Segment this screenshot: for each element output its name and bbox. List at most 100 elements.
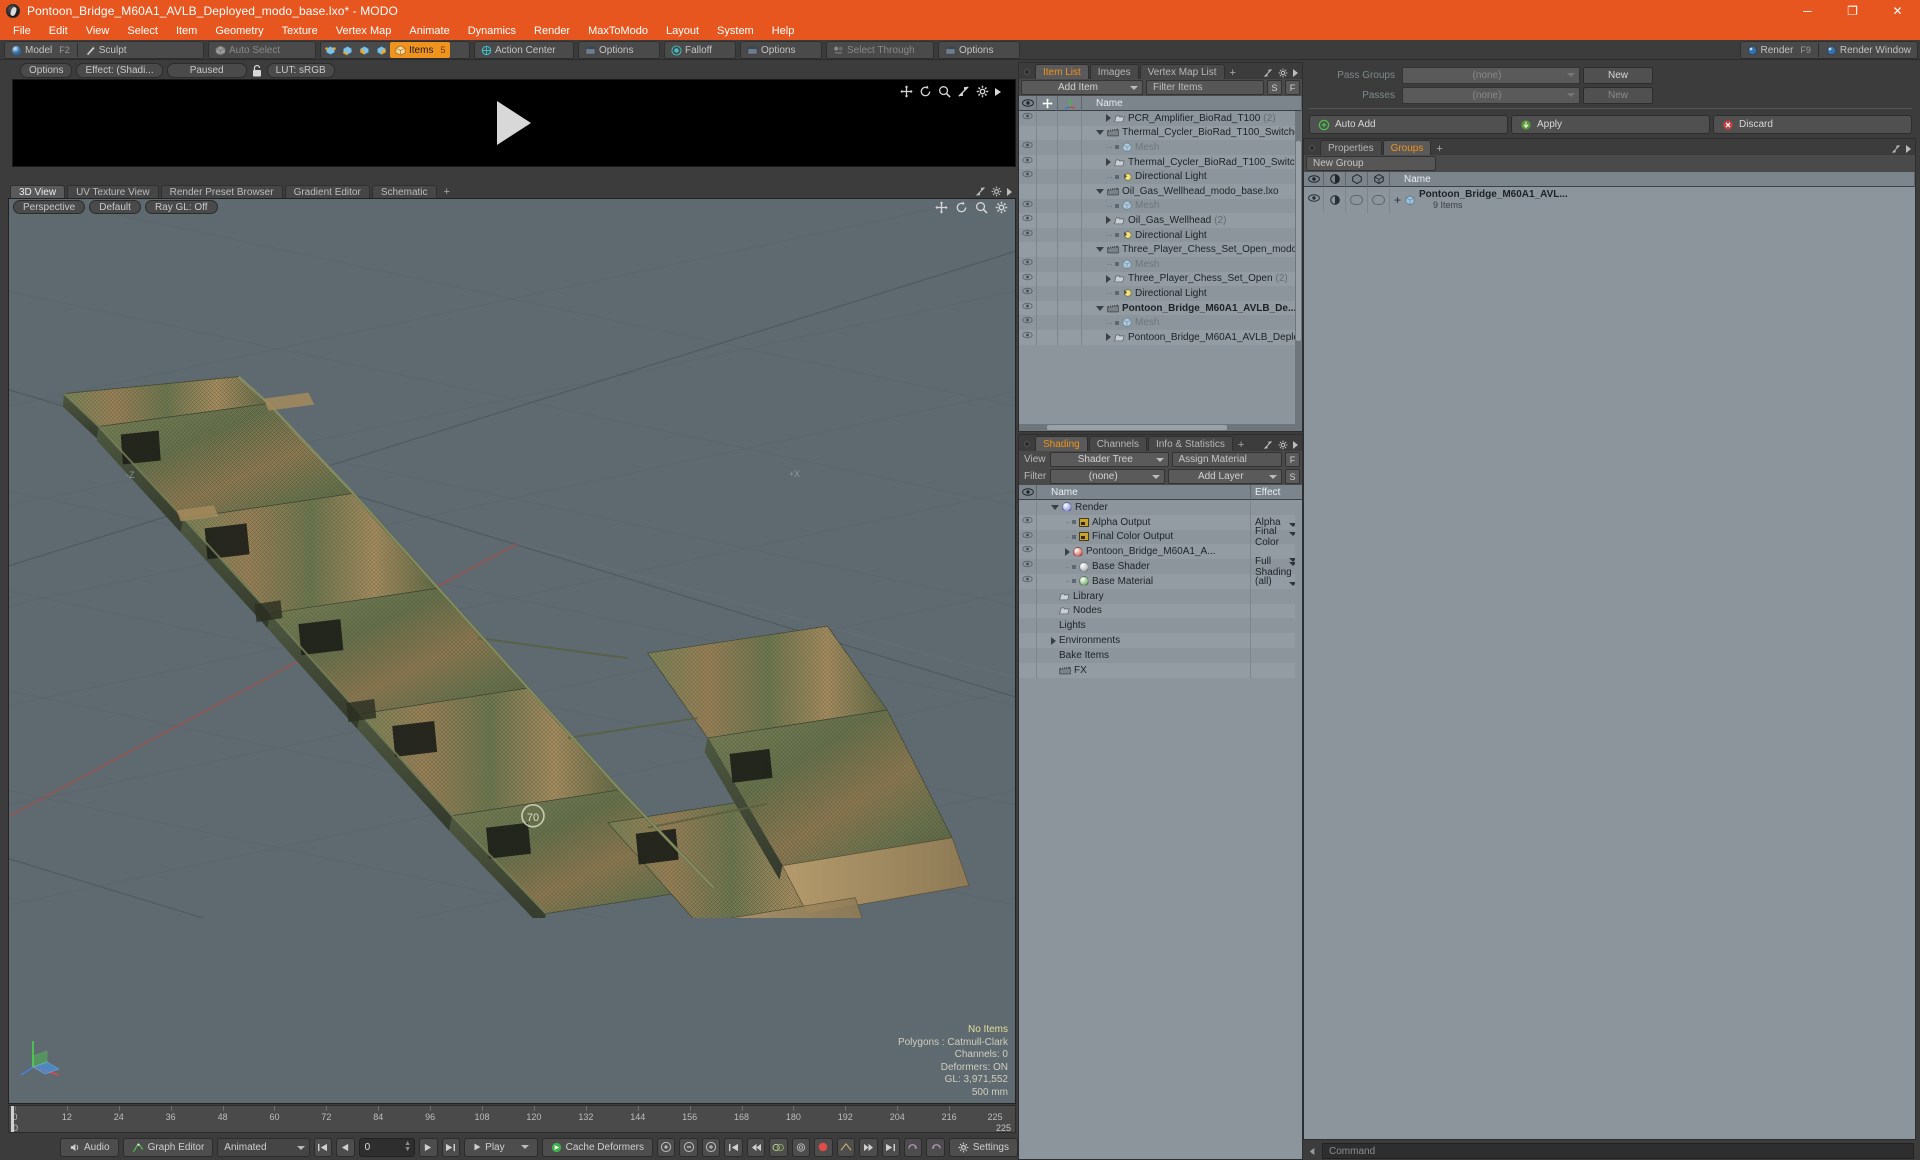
row-visibility-toggle[interactable] [1019,183,1037,199]
shader-tree-select[interactable]: Shader Tree [1050,452,1169,467]
row-lock-cell[interactable] [1037,256,1058,272]
expand-arrow-icon[interactable] [1106,333,1111,342]
row-lock-cell[interactable] [1037,111,1058,126]
expand-arrow-icon[interactable] [1106,114,1111,123]
row-solid-checkbox[interactable] [1368,187,1390,213]
menu-edit[interactable]: Edit [40,22,77,40]
list-item[interactable]: PCR_Amplifier_BioRad_T100 (2) [1019,111,1302,126]
action-center-button[interactable]: Action Center [476,42,561,58]
list-item[interactable]: Three_Player_Chess_Set_Open (2) [1019,271,1302,287]
falloff-group[interactable]: Falloff [664,41,736,59]
tab-3d-view[interactable]: 3D View [10,185,66,198]
go-to-start-button[interactable] [313,1137,333,1157]
menu-help[interactable]: Help [763,22,804,40]
vertex-mode-button[interactable] [322,42,339,58]
col-wire-icon[interactable] [1346,171,1368,187]
panel-menu-icon[interactable] [1024,441,1030,447]
nav-next-key-button[interactable] [881,1137,900,1157]
list-item[interactable]: Thermal_Cycler_BioRad_T100_Switch ... [1019,154,1302,170]
row-transform-cell[interactable] [1058,140,1082,155]
item-row-content[interactable]: ··· Mesh [1082,317,1302,328]
falloff-options-button[interactable]: Options [742,42,800,58]
shading-filter-select[interactable]: (none) [1050,469,1165,484]
row-transform-cell[interactable] [1058,169,1082,184]
item-row-content[interactable]: PCR_Amplifier_BioRad_T100 (2) [1082,113,1302,124]
gear-icon[interactable] [1278,68,1288,78]
eye-icon[interactable] [1022,287,1033,295]
gear-icon[interactable] [995,201,1008,214]
shading-row-name[interactable]: Lights [1037,618,1251,634]
list-item[interactable]: ··· Mesh [1019,198,1302,214]
edge-mode-button[interactable] [339,42,356,58]
gear-icon[interactable] [976,85,989,98]
snap-button[interactable] [836,1137,856,1157]
groups-vscrollbar[interactable] [1908,187,1915,1139]
shading-row-name[interactable]: ·· Base Material [1037,573,1251,589]
item-row-content[interactable]: ··· Mesh [1082,200,1302,211]
menu-bar[interactable]: File Edit View Select Item Geometry Texture Ver… [0,22,1920,40]
render-status-button[interactable]: Paused [166,63,247,78]
tab-groups[interactable]: Groups [1382,140,1432,155]
shading-s-button[interactable]: S [1285,469,1300,484]
row-visibility-toggle[interactable] [1019,618,1037,634]
row-visibility-toggle[interactable] [1019,154,1037,170]
tab-render-preset-browser[interactable]: Render Preset Browser [160,185,283,198]
eye-icon[interactable] [1022,112,1033,120]
shading-row-name[interactable]: Library [1037,588,1251,604]
minimize-button[interactable]: ─ [1785,0,1830,22]
go-to-end-button[interactable] [441,1137,460,1157]
animation-bottom-bar[interactable]: Audio Graph Editor Animated 0 ▲ ▼ Play C… [0,1134,1018,1160]
row-transform-cell[interactable] [1058,154,1082,170]
shading-tree-row[interactable]: Render [1019,500,1302,515]
groups-tab-bar[interactable]: Properties Groups + [1304,139,1915,155]
row-wire-checkbox[interactable] [1346,187,1368,213]
viewport-projection-button[interactable]: Perspective [13,200,86,214]
row-visibility-toggle[interactable] [1019,169,1037,184]
row-transform-cell[interactable] [1058,227,1082,243]
left-arrow-icon[interactable] [1307,1146,1318,1157]
shading-row-name[interactable]: Bake Items [1037,647,1251,663]
row-visibility-toggle[interactable] [1019,588,1037,604]
command-input[interactable]: Command [1322,1143,1914,1159]
list-item[interactable]: ··· Directional Light [1019,286,1302,301]
group-row-content[interactable]: + Pontoon_Bridge_M60A1_AVL... 9 Items [1390,189,1915,211]
mode-model-button[interactable]: Model F2 [6,42,75,58]
row-lock-cell[interactable] [1037,286,1058,301]
row-transform-cell[interactable] [1058,111,1082,126]
ghost-toggle-button[interactable] [769,1137,788,1157]
viewport-raygl-button[interactable]: Ray GL: Off [144,200,218,214]
menu-vertex-map[interactable]: Vertex Map [327,22,401,40]
tab-add-button[interactable]: + [1432,143,1446,155]
arrow-icon[interactable] [1007,187,1012,196]
row-visibility-toggle[interactable] [1019,662,1037,678]
row-visibility-toggle[interactable] [1019,315,1037,330]
shading-panel-controls[interactable] [1263,440,1298,450]
list-item[interactable]: ··· Mesh [1019,315,1302,330]
menu-select[interactable]: Select [118,22,167,40]
groups-controls[interactable]: New Group [1304,155,1915,172]
list-item[interactable]: ··· Directional Light [1019,227,1302,243]
row-visibility-toggle[interactable] [1019,573,1037,589]
nav-prev-key-button[interactable] [724,1137,743,1157]
item-row-content[interactable]: Three_Player_Chess_Set_Open (2) [1082,273,1302,284]
menu-geometry[interactable]: Geometry [206,22,272,40]
row-visibility-toggle[interactable] [1019,213,1037,228]
row-transform-cell[interactable] [1058,315,1082,330]
tab-gradient-editor[interactable]: Gradient Editor [284,185,370,198]
eye-icon[interactable] [1022,560,1033,568]
auto-select-button[interactable]: Auto Select [210,42,285,58]
list-item[interactable]: Pontoon_Bridge_M60A1_AVLB_Deplo ... [1019,329,1302,345]
collapse-arrow-icon[interactable] [1096,305,1104,311]
render-options-button[interactable]: Options [20,63,73,78]
viewport-tabbar-controls[interactable] [975,186,1012,197]
list-item[interactable]: Pontoon_Bridge_M60A1_AVLB_De... [1019,300,1302,316]
mode-group[interactable]: Model F2 Sculpt [4,41,204,59]
item-row-content[interactable]: ··· Directional Light [1082,288,1302,299]
item-row-content[interactable]: Oil_Gas_Wellhead_modo_base.lxo [1082,186,1302,197]
row-visibility-toggle[interactable] [1019,544,1037,560]
chevron-down-icon[interactable] [1151,475,1160,479]
panel-menu-icon[interactable] [1309,145,1315,151]
render-group[interactable]: Render F9 Render Window [1739,41,1918,59]
shading-tree-row[interactable]: Lights [1019,618,1302,634]
item-list-panel-controls[interactable] [1263,68,1298,78]
